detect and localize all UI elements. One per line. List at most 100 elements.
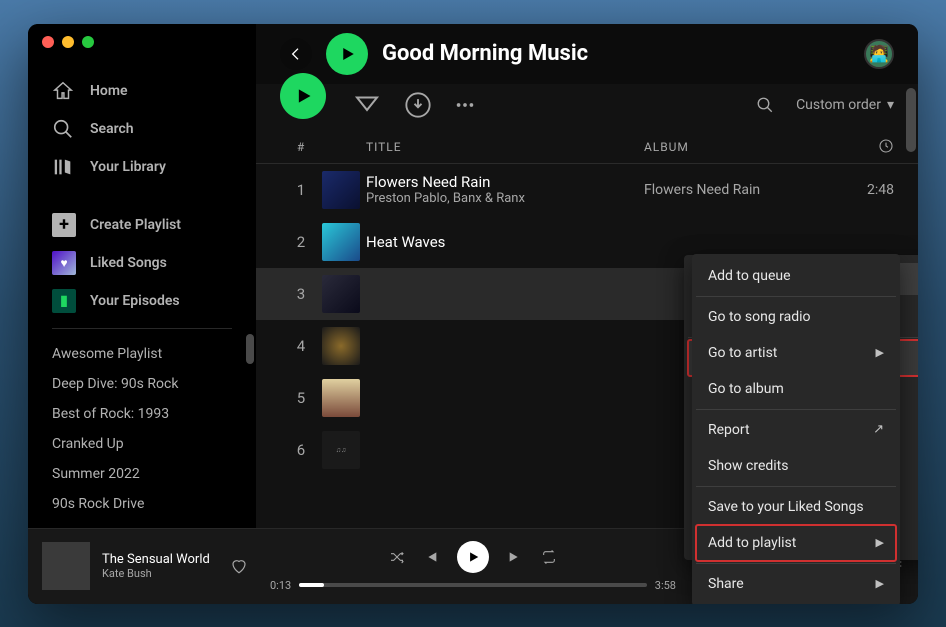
ctx-show-credits[interactable]: Show credits: [696, 448, 896, 484]
plus-icon: +: [52, 213, 76, 237]
now-playing-title[interactable]: The Sensual World: [102, 552, 210, 567]
library-icon: [52, 156, 74, 178]
heart-icon[interactable]: [230, 557, 248, 575]
sidebar-scrollbar[interactable]: [246, 334, 254, 364]
player-controls: 0:13 3:58: [270, 541, 676, 592]
col-title: TITLE: [366, 140, 644, 154]
now-playing: The Sensual World Kate Bush: [42, 542, 270, 590]
playlist-item[interactable]: Cranked Up: [36, 429, 248, 459]
header-play-button[interactable]: [326, 33, 368, 75]
playlist-item[interactable]: Summer 2022: [36, 459, 248, 489]
liked-songs-button[interactable]: ♥ Liked Songs: [36, 244, 248, 282]
user-avatar[interactable]: 🧑‍💻: [864, 39, 894, 69]
col-album: ALBUM: [644, 140, 834, 154]
back-button[interactable]: [280, 38, 312, 70]
page-title: Good Morning Music: [382, 41, 850, 66]
more-icon[interactable]: [454, 94, 476, 116]
track-artwork: [322, 327, 360, 365]
ctx-label: Go to artist: [708, 345, 777, 361]
ctx-label: Add to playlist: [708, 535, 796, 551]
track-artwork: [322, 223, 360, 261]
main-scrollbar[interactable]: [906, 88, 916, 152]
track-title: Flowers Need Rain: [366, 173, 644, 191]
minimize-window-button[interactable]: [62, 36, 74, 48]
track-album: Flowers Need Rain: [644, 182, 834, 198]
track-number: 4: [280, 337, 322, 355]
sort-label: Custom order: [796, 97, 881, 113]
next-icon[interactable]: [507, 549, 523, 565]
play-pause-button[interactable]: [457, 541, 489, 573]
now-playing-artwork[interactable]: [42, 542, 90, 590]
play-icon: [466, 550, 480, 564]
sidebar-nav-label: Home: [90, 83, 128, 99]
track-context-menu: Add to queue Go to song radio Go to arti…: [692, 254, 900, 604]
main-view: Good Morning Music 🧑‍💻 Custom order ▾ # …: [256, 24, 918, 604]
playlist-item[interactable]: Deep Dive: 90s Rock: [36, 369, 248, 399]
track-number: 2: [280, 233, 322, 251]
sort-order-button[interactable]: Custom order ▾: [796, 97, 894, 113]
track-artwork: [322, 275, 360, 313]
track-artist: Preston Pablo, Banx & Ranx: [366, 191, 644, 206]
ctx-song-radio[interactable]: Go to song radio: [696, 299, 896, 335]
track-number: 1: [280, 181, 322, 199]
sidebar-nav-home[interactable]: Home: [36, 72, 248, 110]
track-title: Heat Waves: [366, 233, 644, 251]
track-duration: 2:48: [834, 182, 894, 198]
sidebar-nav-label: Your Library: [90, 159, 166, 175]
topbar: Good Morning Music 🧑‍💻: [256, 24, 918, 84]
sidebar-nav-label: Search: [90, 121, 134, 137]
like-icon[interactable]: [352, 90, 382, 120]
search-in-playlist-icon[interactable]: [756, 96, 774, 114]
play-icon: [338, 45, 356, 63]
track-number: 3: [280, 285, 322, 303]
playlist-item[interactable]: Best of Rock: 1993: [36, 399, 248, 429]
ctx-label: Report: [708, 422, 750, 438]
playlist-item[interactable]: 90s Rock Drive: [36, 489, 248, 519]
track-artwork: [322, 171, 360, 209]
play-icon: [293, 86, 313, 106]
close-window-button[interactable]: [42, 36, 54, 48]
ctx-add-to-playlist[interactable]: Add to playlist ▶: [696, 525, 896, 561]
your-episodes-button[interactable]: ▮ Your Episodes: [36, 282, 248, 320]
app-window: Home Search Your Library + Create Playli…: [28, 24, 918, 604]
now-playing-artist[interactable]: Kate Bush: [102, 567, 210, 580]
ctx-save-liked[interactable]: Save to your Liked Songs: [696, 489, 896, 525]
create-playlist-button[interactable]: + Create Playlist: [36, 206, 248, 244]
ctx-go-to-artist[interactable]: Go to artist ▶: [696, 335, 896, 371]
sidebar-nav-search[interactable]: Search: [36, 110, 248, 148]
col-number: #: [280, 140, 322, 154]
play-all-button[interactable]: [280, 73, 326, 119]
external-link-icon: ↗: [873, 422, 884, 437]
track-number: 5: [280, 389, 322, 407]
bookmark-icon: ▮: [52, 289, 76, 313]
track-number: 6: [280, 441, 322, 459]
time-elapsed: 0:13: [270, 579, 291, 592]
chevron-down-icon: ▾: [887, 97, 894, 113]
action-row: Custom order ▾: [256, 84, 918, 134]
track-header: # TITLE ALBUM: [256, 134, 918, 164]
download-icon[interactable]: [404, 91, 432, 119]
lib-label: Your Episodes: [90, 293, 180, 309]
playlist-item[interactable]: Awesome Playlist: [36, 339, 248, 369]
progress-bar[interactable]: [299, 583, 647, 587]
ctx-add-to-queue[interactable]: Add to queue: [696, 258, 896, 294]
chevron-right-icon: ▶: [876, 346, 884, 359]
previous-icon[interactable]: [423, 549, 439, 565]
sidebar: Home Search Your Library + Create Playli…: [28, 24, 256, 604]
home-icon: [52, 80, 74, 102]
ctx-label: Share: [708, 576, 744, 592]
heart-icon: ♥: [52, 251, 76, 275]
maximize-window-button[interactable]: [82, 36, 94, 48]
shuffle-icon[interactable]: [389, 549, 405, 565]
search-icon: [52, 118, 74, 140]
ctx-share[interactable]: Share ▶: [696, 566, 896, 602]
track-artwork: [322, 379, 360, 417]
track-row[interactable]: 1 Flowers Need Rain Preston Pablo, Banx …: [256, 164, 918, 216]
ctx-go-to-album[interactable]: Go to album: [696, 371, 896, 407]
ctx-report[interactable]: Report ↗: [696, 412, 896, 448]
sidebar-nav-library[interactable]: Your Library: [36, 148, 248, 186]
repeat-icon[interactable]: [541, 549, 557, 565]
traffic-lights: [42, 36, 94, 48]
chevron-right-icon: ▶: [876, 577, 884, 590]
divider: [52, 328, 232, 329]
